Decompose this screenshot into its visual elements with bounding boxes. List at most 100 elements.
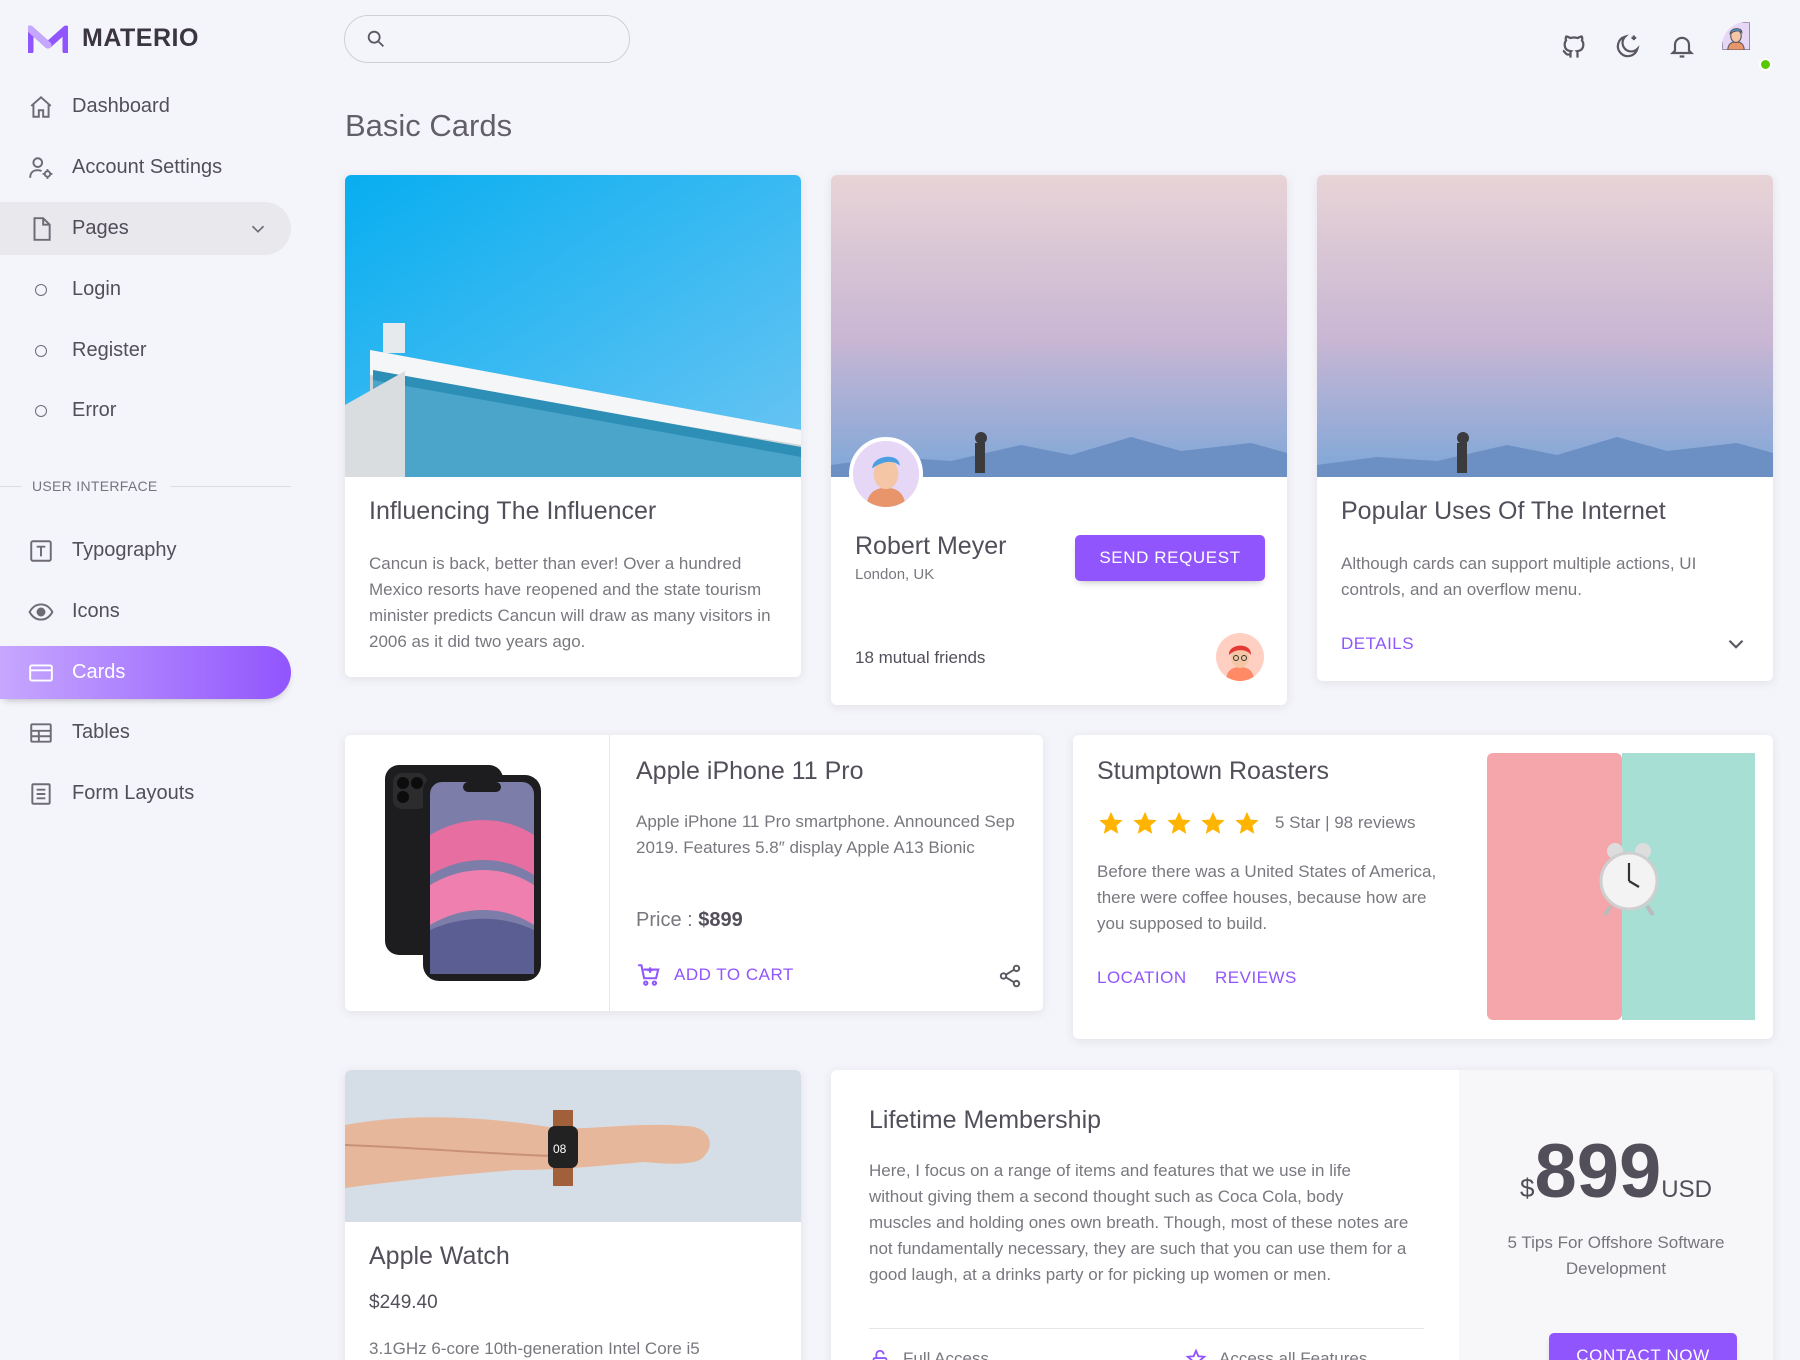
card-title: Influencing The Influencer — [369, 497, 657, 525]
card-membership: Lifetime Membership Here, I focus on a r… — [831, 1070, 1773, 1360]
iphone-image — [385, 765, 541, 981]
sidebar-item-dashboard[interactable]: Dashboard — [0, 80, 291, 133]
sidebar-item-label: Typography — [72, 539, 177, 561]
pricing-panel: $ 899 USD 5 Tips For Offshore Software D… — [1459, 1070, 1773, 1360]
table-icon — [30, 722, 52, 743]
sidebar-item-icons[interactable]: Icons — [0, 585, 291, 638]
home-icon — [30, 95, 52, 118]
chevron-down-icon[interactable] — [1723, 631, 1749, 657]
sidebar-item-label: Account Settings — [72, 156, 223, 178]
star-icon — [1235, 811, 1259, 834]
bell-icon[interactable] — [1668, 32, 1696, 60]
apple-watch-image: 08 — [345, 1070, 801, 1222]
sidebar-item-typography[interactable]: Typography — [0, 524, 291, 577]
sidebar-item-cards[interactable]: Cards — [0, 646, 291, 699]
theme-moon-icon[interactable] — [1614, 32, 1642, 60]
card-title: Apple Watch — [369, 1242, 510, 1270]
sidebar-item-label: Tables — [72, 721, 130, 743]
cart-plus-icon — [638, 964, 660, 986]
user-avatar-wrapper[interactable] — [1722, 22, 1772, 71]
sidebar-item-account-settings[interactable]: Account Settings — [0, 141, 291, 194]
account-cog-icon — [29, 156, 53, 179]
sidebar-item-register[interactable]: Register — [0, 324, 291, 377]
online-status-dot — [1759, 58, 1772, 71]
price-unit: USD — [1661, 1176, 1712, 1203]
price-value: $899 — [698, 909, 743, 931]
sidebar-item-label: Icons — [72, 600, 120, 622]
mountain-image — [831, 175, 1287, 477]
file-icon — [33, 216, 51, 241]
typography-icon — [30, 539, 52, 562]
card-text: Although cards can support multiple acti… — [1341, 554, 1697, 599]
sidebar-item-label: Login — [72, 278, 121, 300]
card-apple-watch: 08 Apple Watch $249.40 3.1GHz 6-core 10t… — [345, 1070, 801, 1360]
details-button[interactable]: DETAILS — [1341, 634, 1414, 654]
circle-icon — [35, 283, 47, 296]
search-input[interactable] — [344, 15, 630, 63]
building-image — [345, 175, 801, 477]
price-row: Price : $899 — [636, 909, 743, 932]
form-icon — [31, 782, 51, 805]
share-icon[interactable] — [997, 963, 1023, 989]
reviews-button[interactable]: REVIEWS — [1215, 968, 1297, 988]
price-label: Price : — [636, 909, 699, 931]
search-icon — [367, 30, 384, 47]
price-currency: $ — [1520, 1173, 1535, 1203]
brand-name: MATERIO — [82, 24, 199, 52]
circle-icon — [35, 344, 47, 357]
rating-stars — [1097, 809, 1261, 837]
contact-now-button[interactable]: CONTACT NOW — [1549, 1333, 1737, 1360]
sidebar-item-form-layouts[interactable]: Form Layouts — [0, 767, 291, 820]
price-display: $ 899 USD — [1459, 1134, 1773, 1210]
star-icon — [1133, 811, 1157, 834]
sidebar-item-login[interactable]: Login — [0, 263, 291, 316]
card-text: Cancun is back, better than ever! Over a… — [369, 554, 771, 651]
feature-full-access: Full Access — [869, 1348, 989, 1360]
card-title: Stumptown Roasters — [1097, 757, 1330, 785]
watch-price: $249.40 — [369, 1292, 438, 1313]
profile-location: London, UK — [855, 566, 935, 583]
materio-logo-icon — [28, 25, 68, 53]
price-amount: 899 — [1534, 1129, 1662, 1214]
mountain-image — [1317, 175, 1773, 477]
card-profile: Robert Meyer London, UK SEND REQUEST 18 … — [831, 175, 1287, 705]
rating-text: 5 Star | 98 reviews — [1275, 813, 1416, 832]
credit-card-icon — [29, 663, 53, 682]
star-icon — [1201, 811, 1225, 834]
sidebar-item-label: Cards — [72, 661, 126, 683]
card-text: Before there was a United States of Amer… — [1097, 862, 1437, 933]
sidebar-item-error[interactable]: Error — [0, 384, 291, 437]
card-text: Apple iPhone 11 Pro smartphone. Announce… — [636, 812, 1015, 857]
star-icon — [1099, 811, 1123, 834]
card-influencer: Influencing The Influencer Cancun is bac… — [345, 175, 801, 677]
send-request-button[interactable]: SEND REQUEST — [1075, 535, 1265, 581]
page-title: Basic Cards — [345, 108, 513, 143]
circle-icon — [35, 404, 47, 417]
eye-icon — [28, 602, 54, 621]
pricing-subtitle: 5 Tips For Offshore Software Development — [1507, 1233, 1725, 1278]
sidebar-item-label: Register — [72, 339, 147, 361]
sidebar-item-pages[interactable]: Pages — [0, 202, 291, 255]
watch-time-text: 08 — [553, 1142, 567, 1156]
card-iphone: Apple iPhone 11 Pro Apple iPhone 11 Pro … — [345, 735, 1043, 1011]
location-button[interactable]: LOCATION — [1097, 968, 1187, 988]
card-internet: Popular Uses Of The Internet Although ca… — [1317, 175, 1773, 681]
card-text: 3.1GHz 6-core 10th-generation Intel Core… — [369, 1339, 700, 1358]
section-label-user-interface: USER INTERFACE — [0, 478, 291, 494]
add-to-cart-button[interactable]: ADD TO CART — [636, 962, 794, 988]
github-icon[interactable] — [1560, 32, 1588, 60]
star-icon — [1167, 811, 1191, 834]
clock-image — [1487, 753, 1755, 1020]
card-title: Apple iPhone 11 Pro — [636, 757, 864, 785]
sidebar-item-tables[interactable]: Tables — [0, 706, 291, 759]
card-title: Popular Uses Of The Internet — [1341, 497, 1666, 525]
feature-access-all: Access all Features — [1185, 1348, 1367, 1360]
friend-avatar — [1216, 633, 1264, 681]
search-field[interactable] — [397, 29, 617, 49]
brand-logo[interactable]: MATERIO — [28, 24, 199, 53]
card-roasters: Stumptown Roasters 5 Star | 98 reviews B… — [1073, 735, 1773, 1039]
topbar-actions — [1560, 22, 1772, 71]
card-title: Lifetime Membership — [869, 1106, 1102, 1134]
sidebar-item-label: Form Layouts — [72, 782, 195, 804]
profile-name: Robert Meyer — [855, 532, 1007, 560]
